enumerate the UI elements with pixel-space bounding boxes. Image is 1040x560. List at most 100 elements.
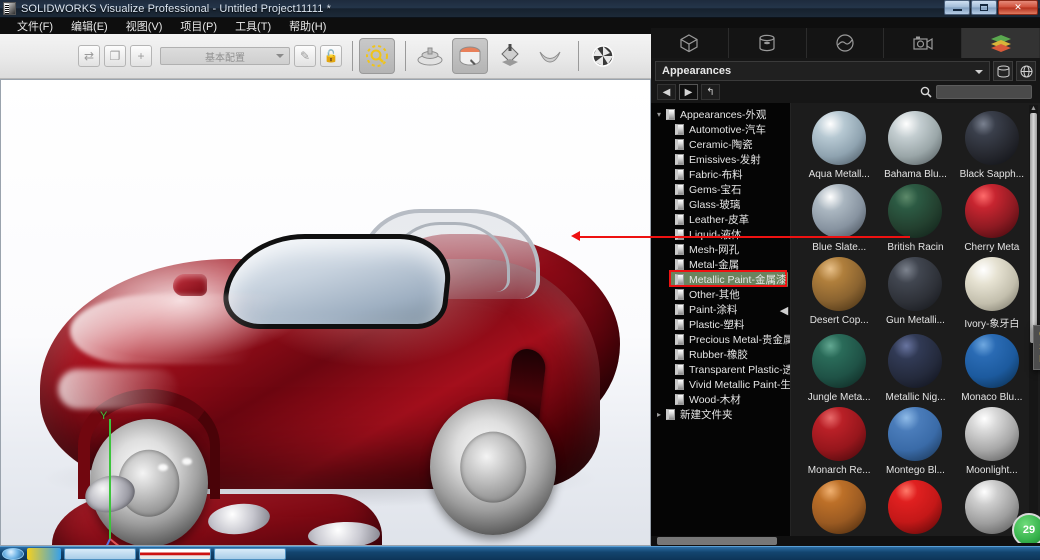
swatch-item[interactable]: Metallic Nig...: [877, 334, 953, 403]
tree-item-wood[interactable]: Wood-木材: [651, 392, 790, 407]
menu-help[interactable]: 帮助(H): [280, 17, 335, 35]
library-selector[interactable]: Appearances: [655, 61, 990, 81]
decal-tool[interactable]: [532, 38, 568, 74]
camera-tool[interactable]: [585, 38, 621, 74]
tree-item-emissives[interactable]: Emissives-发射: [651, 152, 790, 167]
start-button[interactable]: [2, 547, 24, 560]
nav-up-button[interactable]: ↰: [701, 84, 720, 100]
tree-item-fabric[interactable]: Fabric-布料: [651, 167, 790, 182]
tree-item-transparent-plastic[interactable]: Transparent Plastic-透: [651, 362, 790, 377]
fast-render-tool[interactable]: [412, 38, 448, 74]
status-badge[interactable]: 29: [1012, 513, 1040, 543]
swatch-item[interactable]: Desert Cop...: [801, 257, 877, 330]
tree-item-new-folder[interactable]: ▸ 新建文件夹: [651, 407, 790, 422]
tree-item-leather[interactable]: Leather-皮革: [651, 212, 790, 227]
tab-library[interactable]: [962, 28, 1040, 58]
swatch-item[interactable]: Monarch Re...: [801, 407, 877, 476]
edit-configuration-button[interactable]: ✎: [294, 45, 316, 67]
lock-configuration-button[interactable]: 🔓: [320, 45, 342, 67]
tree-item-metallic-paint[interactable]: Metallic Paint-金属漆: [651, 272, 790, 287]
swatch-label: Jungle Meta...: [807, 392, 871, 403]
restore-button[interactable]: [971, 0, 997, 15]
tree-item-label: Ceramic-陶瓷: [689, 139, 753, 151]
swatch-item[interactable]: Blue Slate...: [801, 184, 877, 253]
tree-item-label: Metal-金属: [689, 259, 740, 271]
swatch-item[interactable]: Black Sapph...: [954, 111, 1030, 180]
tab-appearances[interactable]: [728, 28, 807, 58]
tree-item-gems[interactable]: Gems-宝石: [651, 182, 790, 197]
render-viewport[interactable]: Y 每秒帧数 : 100.00 多边形计数: 1593838 焦距: 74.00…: [0, 79, 651, 546]
render-preview-tool[interactable]: [359, 38, 395, 74]
add-configuration-button[interactable]: +: [130, 45, 152, 67]
cloud-library-button[interactable]: [1016, 61, 1036, 81]
category-tree[interactable]: ▾ Appearances-外观 Automotive-汽车 Ceramic-陶…: [651, 103, 791, 543]
tab-scenes[interactable]: [806, 28, 885, 58]
taskbar-item[interactable]: [139, 547, 211, 560]
material-grid[interactable]: Aqua Metall... Bahama Blu... Black Sapph…: [791, 103, 1040, 543]
swatch-item[interactable]: British Racin: [877, 184, 953, 253]
swatch-item[interactable]: Monaco Blu...: [954, 334, 1030, 403]
nav-forward-button[interactable]: ▶: [679, 84, 698, 100]
chevron-right-icon[interactable]: ▸: [657, 410, 665, 419]
taskbar-quicklaunch[interactable]: [27, 547, 61, 560]
tree-item-ceramic[interactable]: Ceramic-陶瓷: [651, 137, 790, 152]
folder-icon: [675, 334, 684, 345]
tree-item-liquid[interactable]: Liquid-液体: [651, 227, 790, 242]
tree-item-other[interactable]: Other-其他: [651, 287, 790, 302]
tree-item-precious-metal[interactable]: Precious Metal-贵金属: [651, 332, 790, 347]
swatch-grid: Aqua Metall... Bahama Blu... Black Sapph…: [791, 103, 1040, 543]
swatch-item[interactable]: Cherry Meta: [954, 184, 1030, 253]
local-library-button[interactable]: [993, 61, 1013, 81]
tree-item-rubber[interactable]: Rubber-橡胶: [651, 347, 790, 362]
nav-back-button[interactable]: ◀: [657, 84, 676, 100]
tab-cameras[interactable]: [884, 28, 963, 58]
tree-item-vivid-metallic-paint[interactable]: Vivid Metallic Paint-生: [651, 377, 790, 392]
configuration-dropdown[interactable]: 基本配置: [160, 47, 290, 65]
tree-item-paint[interactable]: Paint-涂料: [651, 302, 790, 317]
swatch-item[interactable]: Bahama Blu...: [877, 111, 953, 180]
swatch-item[interactable]: Gun Metalli...: [877, 257, 953, 330]
tree-item-glass[interactable]: Glass-玻璃: [651, 197, 790, 212]
accurate-render-tool[interactable]: [452, 38, 488, 74]
scroll-up-icon[interactable]: ▲: [1030, 105, 1037, 112]
minimize-button[interactable]: [944, 0, 970, 15]
car-side-mirror: [173, 274, 207, 296]
swatch-item[interactable]: Plasma Red...: [877, 480, 953, 543]
tree-item-mesh[interactable]: Mesh-网孔: [651, 242, 790, 257]
tree-item-plastic[interactable]: Plastic-塑料: [651, 317, 790, 332]
swatch-item[interactable]: Ivory-象牙白: [954, 257, 1030, 330]
chevron-down-icon[interactable]: ▾: [657, 110, 665, 119]
scrollbar-thumb[interactable]: [1030, 113, 1037, 343]
swatch-item[interactable]: Jungle Meta...: [801, 334, 877, 403]
menu-edit[interactable]: 编辑(E): [62, 17, 117, 35]
scrollbar-thumb-horizontal[interactable]: [657, 537, 777, 545]
appearance-paint-tool[interactable]: [492, 38, 528, 74]
swatch-item[interactable]: Aqua Metall...: [801, 111, 877, 180]
search-input[interactable]: [936, 85, 1032, 99]
swatch-item[interactable]: Orange Met...: [801, 480, 877, 543]
swatch-item[interactable]: Moonlight...: [954, 407, 1030, 476]
taskbar-item[interactable]: [64, 547, 136, 560]
folder-icon: [675, 124, 684, 135]
tree-item-automotive[interactable]: Automotive-汽车: [651, 122, 790, 137]
material-ball: [812, 334, 867, 388]
solidworks-icon: [3, 2, 16, 15]
menu-view[interactable]: 视图(V): [117, 17, 172, 35]
tree-collapse-button[interactable]: ◀: [779, 298, 789, 322]
menu-file[interactable]: 文件(F): [8, 17, 62, 35]
copy-configuration-button[interactable]: ❐: [104, 45, 126, 67]
swatch-item[interactable]: Montego Bl...: [877, 407, 953, 476]
tree-item-label: Transparent Plastic-透: [689, 364, 791, 376]
tree-item-metal[interactable]: Metal-金属: [651, 257, 790, 272]
tree-item-label: Metallic Paint-金属漆: [689, 274, 787, 286]
menu-project[interactable]: 项目(P): [171, 17, 226, 35]
menu-tools[interactable]: 工具(T): [226, 17, 280, 35]
panel-tab-strip: [651, 28, 1040, 58]
tree-root-appearances[interactable]: ▾ Appearances-外观: [651, 107, 790, 122]
grid-scrollbar[interactable]: ▲: [1029, 105, 1038, 541]
close-button[interactable]: ✕: [998, 0, 1038, 15]
taskbar-item[interactable]: [214, 547, 286, 560]
tab-models[interactable]: [651, 28, 729, 58]
swap-configuration-button[interactable]: ⇄: [78, 45, 100, 67]
panel-horizontal-scrollbar[interactable]: [651, 536, 1040, 546]
